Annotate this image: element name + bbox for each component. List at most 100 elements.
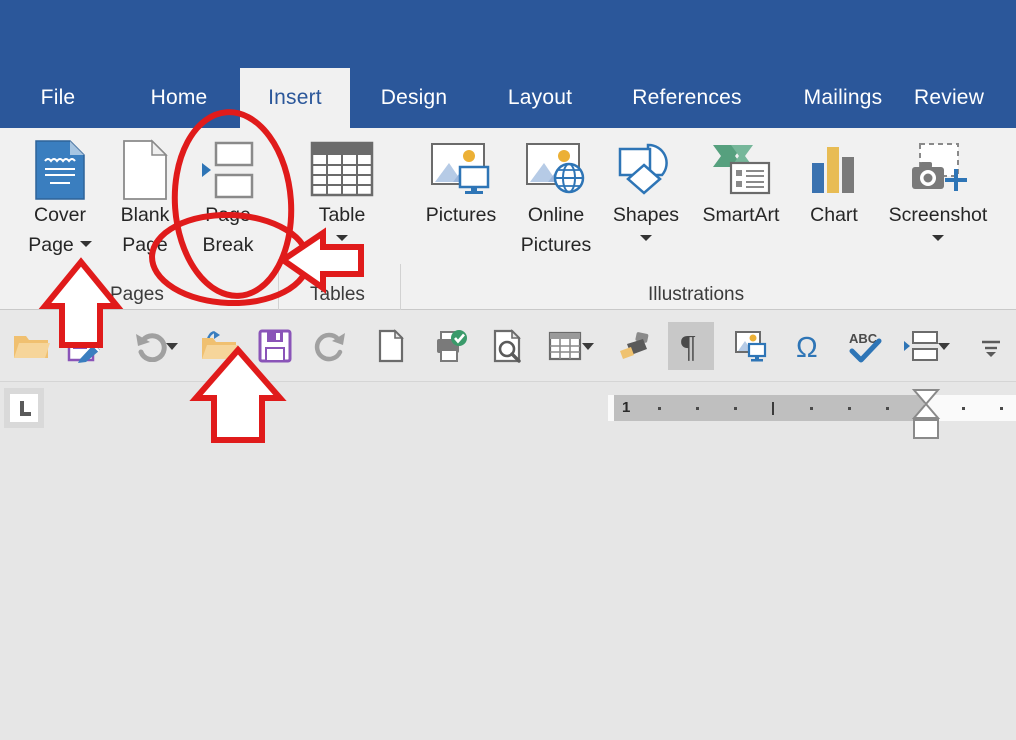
edit-document-icon <box>67 330 100 363</box>
tab-label: Home <box>150 86 208 109</box>
ribbon-button-smartart[interactable]: SmartArt <box>690 134 792 226</box>
tab-mailings[interactable]: Mailings <box>772 68 914 128</box>
more-commands-icon <box>982 340 1000 357</box>
ribbon-label-line1: Online <box>527 204 585 226</box>
tab-label: Review <box>914 86 985 109</box>
ribbon-button-table[interactable]: Table <box>296 134 388 241</box>
ribbon-label-line1: Shapes <box>612 204 680 226</box>
page-break-icon <box>200 134 256 206</box>
open-recent-folder-icon <box>202 330 238 359</box>
tab-references[interactable]: References <box>602 68 772 128</box>
ruler-number: 1 <box>622 399 631 416</box>
undo-dropdown-caret-icon[interactable] <box>166 343 178 350</box>
cover-page-icon <box>32 134 88 206</box>
toolbar-button-redo[interactable] <box>308 322 354 370</box>
ruler-tick-dot <box>734 407 737 410</box>
chevron-down-icon[interactable] <box>79 240 92 247</box>
toolbar-button-format-painter[interactable] <box>612 322 658 370</box>
chart-icon <box>806 134 862 206</box>
ribbon: Cover Page Blank Page Page Break Table P… <box>0 128 1016 416</box>
toolbar-button-edit-document[interactable] <box>62 322 108 370</box>
chevron-down-icon[interactable] <box>640 234 652 241</box>
indent-markers[interactable] <box>908 388 944 442</box>
toolbar-button-open-recent[interactable] <box>196 322 242 370</box>
ribbon-label-line1: Cover <box>33 204 87 226</box>
word-application-window: File Home Insert Design Layout Reference… <box>0 0 1016 740</box>
page-break-dropdown-caret-icon[interactable] <box>938 343 950 350</box>
smartart-icon <box>709 134 773 206</box>
ruler-tick-dot <box>658 407 661 410</box>
ribbon-tab-strip: File Home Insert Design Layout Reference… <box>0 68 1016 128</box>
ribbon-label-line2: Pictures <box>520 233 592 256</box>
group-label-illustrations: Illustrations <box>648 284 745 305</box>
ribbon-label-line1: Pictures <box>425 204 497 226</box>
tab-file[interactable]: File <box>18 68 98 128</box>
ruler-tick-dot <box>848 407 851 410</box>
insert-table-icon <box>548 331 582 361</box>
svg-text:¶: ¶ <box>681 330 696 362</box>
toolbar-button-spelling-grammar[interactable]: ABC <box>842 322 888 370</box>
tab-label: File <box>40 86 76 109</box>
ribbon-label-line2: Page <box>28 235 92 256</box>
tab-review[interactable]: Review <box>914 68 1016 128</box>
tab-home[interactable]: Home <box>118 68 240 128</box>
ribbon-button-screenshot[interactable]: Screenshot <box>870 134 1006 241</box>
title-bar <box>0 0 1016 68</box>
open-folder-icon <box>14 336 50 358</box>
save-floppy-icon <box>258 329 292 363</box>
ribbon-label-line2: Page <box>122 233 168 256</box>
ruler-tick-dot <box>810 407 813 410</box>
toolbar-button-show-formatting[interactable]: ¶ <box>668 322 714 370</box>
blank-page-icon <box>120 134 170 206</box>
tab-layout[interactable]: Layout <box>478 68 602 128</box>
ribbon-label-line1: Page <box>205 204 251 226</box>
tab-design[interactable]: Design <box>350 68 478 128</box>
format-painter-icon <box>620 332 649 359</box>
toolbar-button-new-document[interactable] <box>368 322 414 370</box>
undo-icon <box>136 333 167 362</box>
document-area <box>0 442 1016 740</box>
ribbon-label-line1: Screenshot <box>888 204 988 226</box>
tab-label: Layout <box>507 86 573 109</box>
insert-table-dropdown-caret-icon[interactable] <box>582 343 594 350</box>
shapes-icon <box>614 134 678 206</box>
page-break-tool-icon <box>904 331 938 361</box>
ribbon-button-online-pictures[interactable]: Online Pictures <box>504 134 608 255</box>
tab-label: References <box>632 86 742 109</box>
screenshot-icon <box>906 134 970 206</box>
tab-insert[interactable]: Insert <box>240 68 350 128</box>
toolbar-button-print-preview[interactable] <box>486 322 532 370</box>
tab-label: Insert <box>268 86 322 109</box>
toolbar-button-open[interactable] <box>8 322 54 370</box>
toolbar-button-save[interactable] <box>252 322 298 370</box>
online-pictures-icon <box>524 134 588 206</box>
ribbon-button-shapes[interactable]: Shapes <box>600 134 692 241</box>
ruler-tick-dot <box>1000 407 1003 410</box>
tab-label: Design <box>380 86 448 109</box>
ribbon-label-line2: Break <box>202 233 254 256</box>
toolbar-button-more-commands[interactable] <box>968 322 1014 370</box>
tab-stop-selector[interactable] <box>4 388 44 428</box>
new-document-icon <box>378 329 404 363</box>
ruler-tick-dot <box>696 407 699 410</box>
ribbon-label-line1: SmartArt <box>702 204 780 226</box>
omega-symbol-icon: Ω <box>796 332 818 362</box>
pictures-icon <box>429 134 493 206</box>
tab-label: Mailings <box>803 86 883 109</box>
toolbar-button-insert-symbol[interactable]: Ω <box>786 322 832 370</box>
group-label-tables: Tables <box>310 284 365 305</box>
ruler-tick-major <box>772 402 774 415</box>
chevron-down-icon[interactable] <box>932 234 944 241</box>
ribbon-button-blank-page[interactable]: Blank Page <box>104 134 186 255</box>
redo-icon <box>314 332 345 362</box>
left-tab-stop-icon <box>10 394 38 422</box>
ribbon-button-chart[interactable]: Chart <box>792 134 876 226</box>
horizontal-ruler[interactable]: 1 <box>608 395 1016 421</box>
ribbon-button-cover-page[interactable]: Cover Page <box>16 134 104 255</box>
ribbon-button-page-break[interactable]: Page Break <box>186 134 270 255</box>
chevron-down-icon[interactable] <box>336 234 348 241</box>
ribbon-button-pictures[interactable]: Pictures <box>404 134 518 226</box>
toolbar-button-insert-picture[interactable] <box>728 322 774 370</box>
ribbon-label-line1: Blank <box>120 204 170 226</box>
toolbar-button-quick-print[interactable] <box>428 322 474 370</box>
